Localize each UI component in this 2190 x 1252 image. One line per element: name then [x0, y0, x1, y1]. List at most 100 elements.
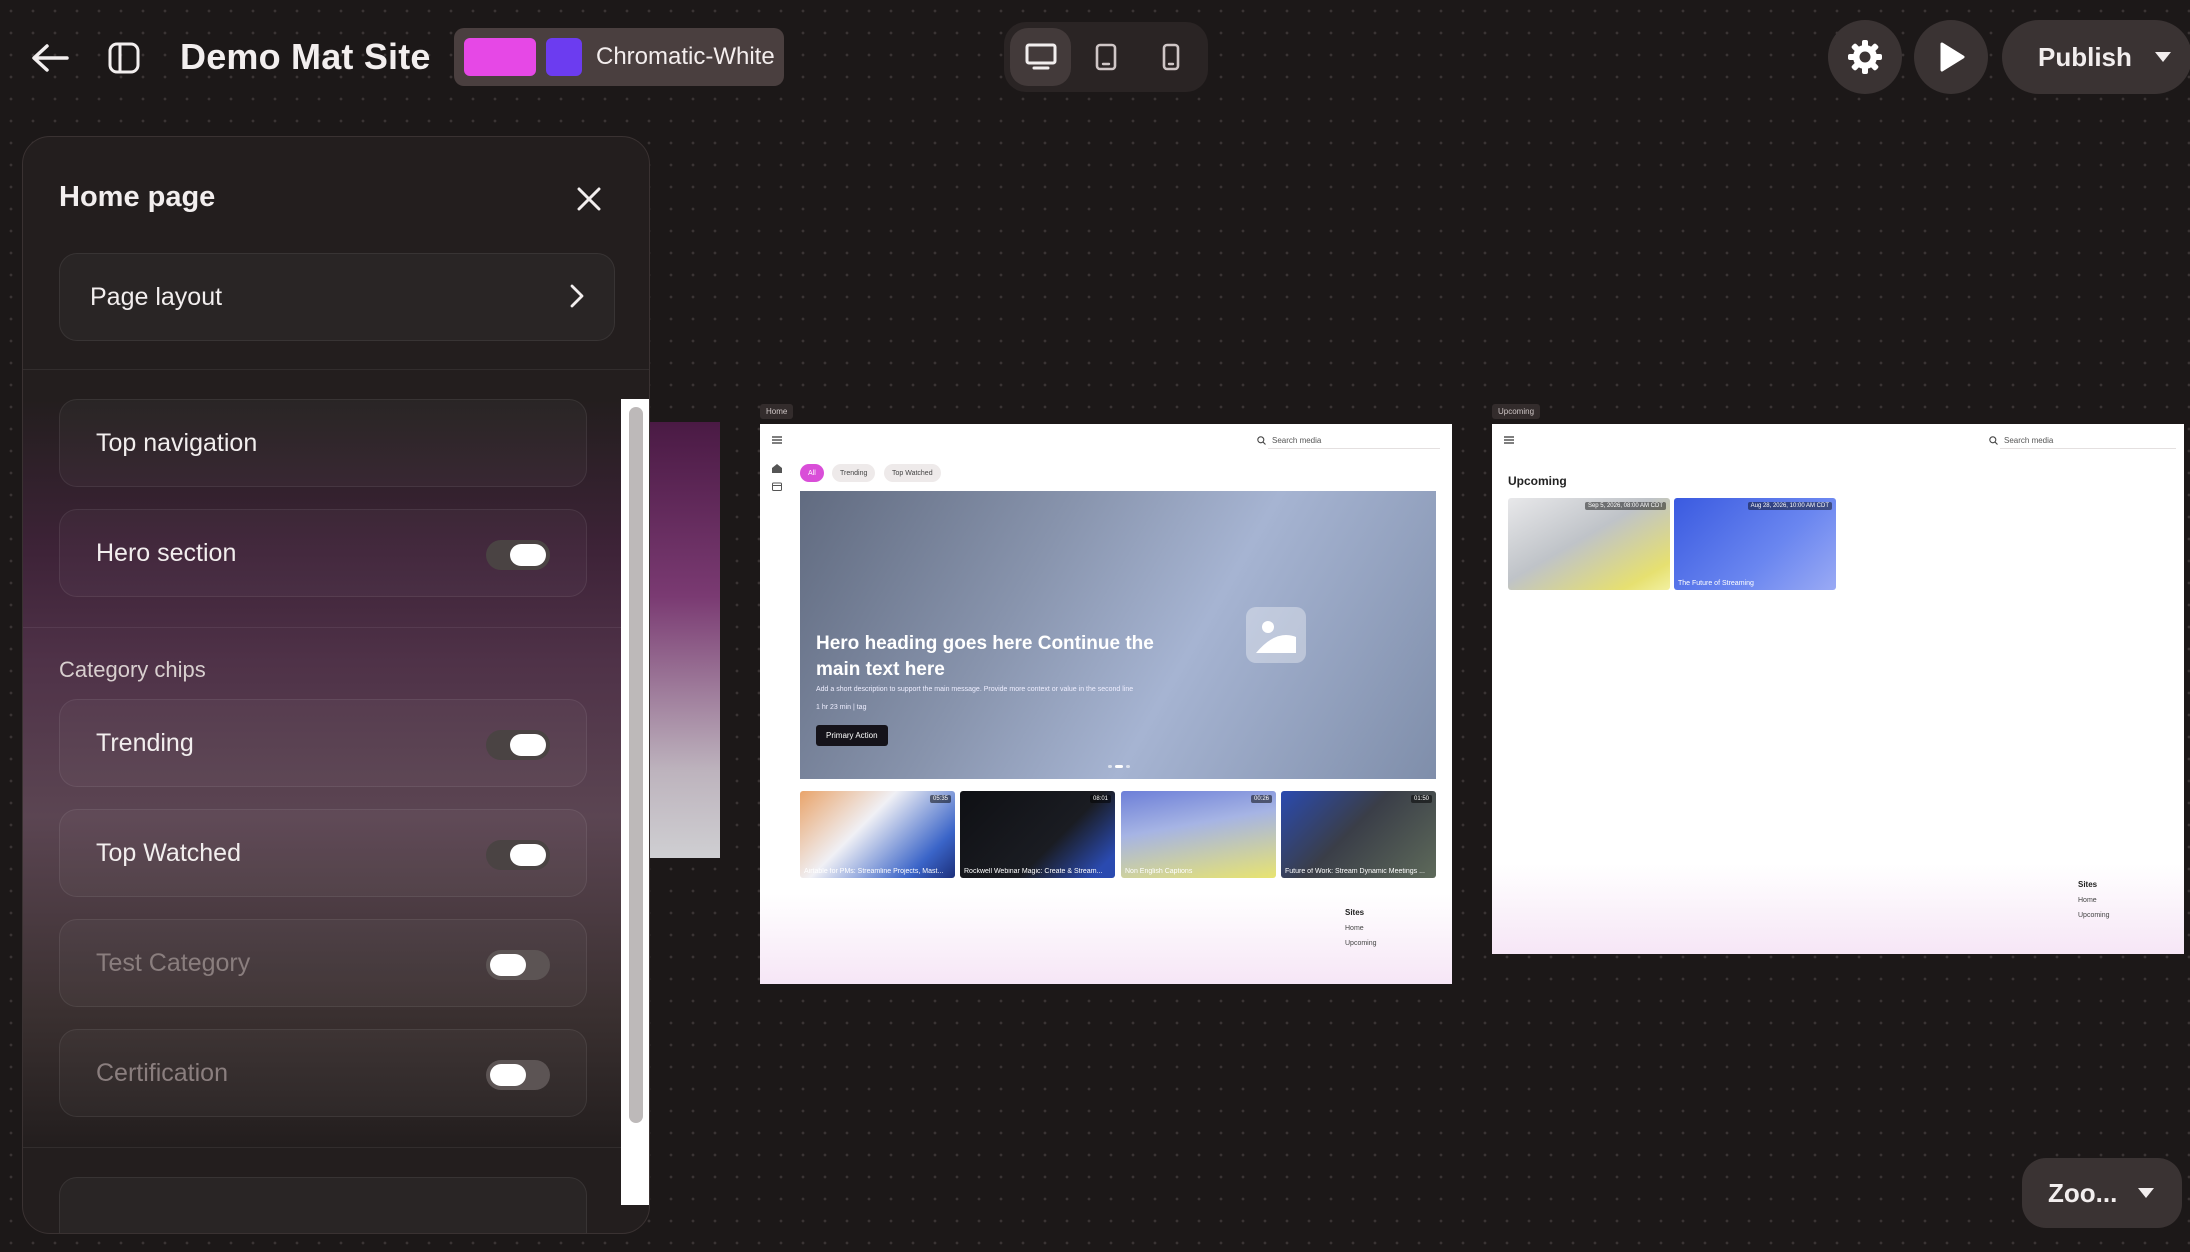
footer-link-upcoming[interactable]: Upcoming: [1345, 940, 1377, 947]
page-layout-row[interactable]: Page layout: [59, 253, 615, 341]
search-underline: [2000, 448, 2176, 449]
divider: [23, 369, 649, 370]
site-title: Demo Mat Site: [180, 36, 431, 77]
chip-trending[interactable]: Trending: [832, 464, 876, 482]
hero-section-row: Hero section: [59, 509, 587, 597]
search-icon: [1257, 436, 1266, 445]
event-date: Aug 28, 2026, 10:00 AM CDT: [1747, 502, 1832, 510]
tablet-view-button[interactable]: [1075, 28, 1136, 86]
menu-icon[interactable]: [772, 436, 782, 444]
video-title: Future of Work: Stream Dynamic Meetings …: [1285, 868, 1425, 875]
upcoming-heading: Upcoming: [1508, 474, 1567, 488]
hero-banner[interactable]: Hero heading goes here Continue the main…: [800, 491, 1436, 779]
secondary-color-swatch: [546, 38, 582, 76]
search-input[interactable]: Search media: [1272, 436, 1321, 445]
top-watched-toggle[interactable]: [486, 840, 550, 870]
close-icon: [577, 187, 601, 211]
upcoming-artboard[interactable]: Search media Upcoming Sep 5, 2026, 08:00…: [1492, 424, 2184, 954]
video-duration: 05:35: [929, 795, 951, 803]
zoom-dropdown[interactable]: Zoo...: [2022, 1158, 2182, 1228]
trending-toggle[interactable]: [486, 730, 550, 760]
hero-meta: 1 hr 23 min | tag: [816, 704, 867, 711]
hero-section-toggle[interactable]: [486, 540, 550, 570]
desktop-view-button[interactable]: [1010, 28, 1072, 86]
calendar-icon[interactable]: [772, 482, 782, 491]
next-section-row[interactable]: [59, 1177, 587, 1233]
chip-label: Test Category: [96, 948, 251, 977]
panel-scrollbar[interactable]: [621, 399, 649, 1205]
chevron-right-icon: [570, 284, 584, 308]
hero-section-label: Hero section: [96, 538, 237, 567]
mobile-icon: [1163, 43, 1180, 71]
caret-down-icon: [2138, 1188, 2155, 1198]
primary-color-swatch: [464, 38, 536, 76]
footer-link-home[interactable]: Home: [1345, 925, 1377, 932]
caret-down-icon: [2154, 52, 2171, 62]
top-navigation-row[interactable]: Top navigation: [59, 399, 587, 487]
desktop-icon: [1025, 43, 1057, 70]
divider: [23, 627, 649, 628]
video-title: Non English Captions: [1125, 868, 1193, 875]
device-switcher: [1004, 22, 1208, 92]
top-navigation-label: Top navigation: [96, 428, 258, 457]
footer-links: Sites Home Upcoming: [1345, 908, 1377, 955]
hidden-artboard-preview[interactable]: [650, 422, 720, 858]
home-icon[interactable]: [772, 464, 782, 473]
theme-selector[interactable]: Chromatic-White: [454, 28, 784, 86]
chip-row-trending: Trending: [59, 699, 587, 787]
video-title: Rockwell Webinar Magic: Create & Stream.…: [964, 868, 1103, 875]
scrollbar-thumb[interactable]: [629, 407, 643, 1123]
image-placeholder-icon: [1246, 607, 1306, 663]
home-artboard[interactable]: Search media All Trending Top Watched He…: [760, 424, 1452, 984]
footer-link-upcoming[interactable]: Upcoming: [2078, 912, 2110, 919]
chip-row-certification: Certification: [59, 1029, 587, 1117]
chip-label: Trending: [96, 728, 194, 757]
footer-heading: Sites: [1345, 908, 1365, 917]
search-underline: [1268, 448, 1440, 449]
artboard-tag-upcoming[interactable]: Upcoming: [1492, 404, 1541, 419]
tablet-icon: [1095, 43, 1117, 71]
video-card[interactable]: 01:50 Future of Work: Stream Dynamic Mee…: [1281, 791, 1436, 878]
search-input[interactable]: Search media: [2004, 436, 2053, 445]
video-duration: 08:01: [1089, 795, 1111, 803]
publish-button[interactable]: Publish: [2002, 20, 2190, 94]
hero-primary-action[interactable]: Primary Action: [816, 725, 888, 746]
artboard-tag-home[interactable]: Home: [760, 404, 794, 419]
toggle-panel-button[interactable]: [96, 30, 152, 86]
chip-all[interactable]: All: [800, 464, 824, 482]
sidebar-icon: [108, 42, 140, 74]
gear-icon: [1848, 40, 1882, 74]
event-card[interactable]: Aug 28, 2026, 10:00 AM CDT The Future of…: [1674, 498, 1836, 590]
back-button[interactable]: [22, 30, 78, 86]
settings-button[interactable]: [1828, 20, 1902, 94]
certification-toggle[interactable]: [486, 1060, 550, 1090]
test-category-toggle[interactable]: [486, 950, 550, 980]
preview-button[interactable]: [1914, 20, 1988, 94]
video-card[interactable]: 05:35 Airtable for PMs: Streamline Proje…: [800, 791, 955, 878]
theme-name: Chromatic-White: [596, 43, 775, 70]
event-card[interactable]: Sep 5, 2026, 08:00 AM CDT: [1508, 498, 1670, 590]
video-card[interactable]: 08:01 Rockwell Webinar Magic: Create & S…: [960, 791, 1115, 878]
video-duration: 00:26: [1250, 795, 1272, 803]
event-title: The Future of Streaming: [1678, 580, 1754, 587]
chip-top-watched[interactable]: Top Watched: [884, 464, 941, 482]
footer-link-home[interactable]: Home: [2078, 897, 2110, 904]
divider: [23, 1147, 649, 1148]
chip-row-test-category: Test Category: [59, 919, 587, 1007]
arrow-left-icon: [32, 44, 69, 72]
mobile-view-button[interactable]: [1141, 28, 1202, 86]
close-panel-button[interactable]: [567, 177, 611, 221]
carousel-dots[interactable]: [1108, 765, 1130, 768]
menu-icon[interactable]: [1504, 436, 1514, 444]
zoom-label: Zoo...: [2048, 1177, 2118, 1208]
video-duration: 01:50: [1410, 795, 1432, 803]
search-icon: [1989, 436, 1998, 445]
footer-heading: Sites: [2078, 880, 2098, 889]
publish-label: Publish: [2038, 41, 2132, 72]
video-title: Airtable for PMs: Streamline Projects, M…: [804, 868, 944, 875]
panel-title: Home page: [59, 181, 216, 213]
video-card[interactable]: 00:26 Non English Captions: [1121, 791, 1276, 878]
page-layout-label: Page layout: [90, 282, 223, 311]
hero-heading: Hero heading goes here Continue the main…: [816, 633, 1154, 680]
chip-label: Top Watched: [96, 838, 241, 867]
